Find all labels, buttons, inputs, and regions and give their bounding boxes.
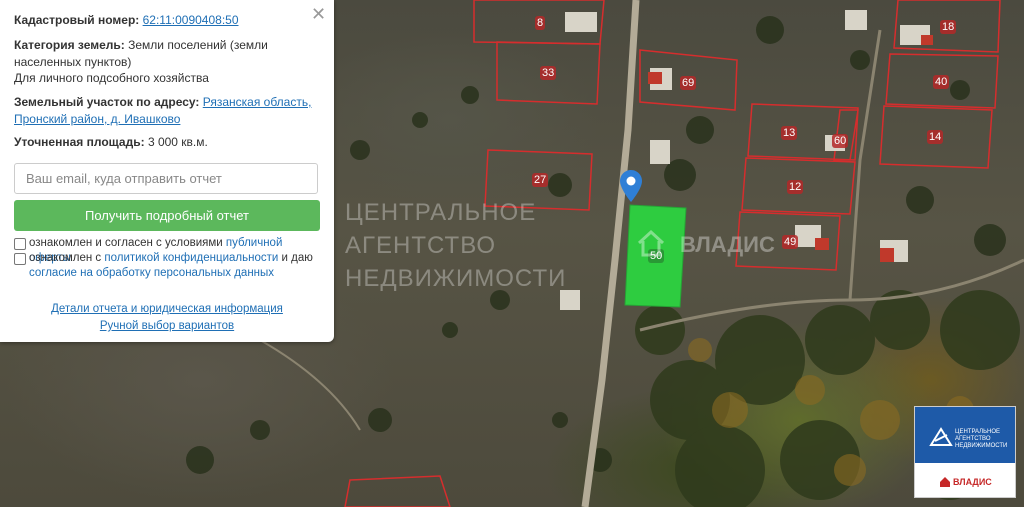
privacy-consent[interactable]: ознакомлен с политикой конфиденциальност… (14, 251, 324, 281)
plot-label[interactable]: 12 (787, 180, 804, 194)
privacy-checkbox[interactable] (14, 253, 26, 265)
email-field[interactable] (14, 163, 318, 194)
plot-label[interactable]: 14 (927, 130, 944, 144)
manual-row: Ручной выбор вариантов (0, 320, 334, 332)
cadastral-row: Кадастровый номер: 62:11:0090408:50 (14, 12, 314, 29)
category-value: Земли поселений (земли (128, 38, 268, 52)
area-row: Уточненная площадь: 3 000 кв.м. (14, 134, 314, 151)
brand-logo-top: ЦЕНТРАЛЬНОЕ АГЕНТСТВО НЕДВИЖИМОСТИ (915, 407, 1015, 463)
category-label: Категория земель: (14, 38, 125, 52)
brand-line: ЦЕНТРАЛЬНОЕ (955, 429, 1001, 435)
details-link[interactable]: Детали отчета и юридическая информация (51, 303, 283, 315)
house-icon (940, 477, 950, 487)
cadastral-label: Кадастровый номер: (14, 13, 140, 27)
privacy-consent-text: ознакомлен с (29, 252, 102, 264)
watermark-line: АГЕНТСТВО (345, 232, 497, 259)
privacy-consent-mid: и даю (281, 252, 313, 264)
brand-line: НЕДВИЖИМОСТИ (955, 443, 1008, 449)
watermark-brand: ВЛАДИС (680, 232, 775, 257)
house-icon (637, 229, 665, 257)
address-link[interactable]: Рязанская область, (203, 95, 312, 109)
brand-mark-icon (929, 427, 953, 446)
plot-label[interactable]: 69 (680, 76, 697, 90)
privacy-policy-link[interactable]: политикой конфиденциальности (104, 252, 278, 264)
plot-label[interactable]: 27 (532, 173, 549, 187)
address-row: Земельный участок по адресу: Рязанская о… (14, 94, 314, 127)
offer-consent-text: ознакомлен и согласен с условиями (29, 237, 223, 249)
brand-name: ВЛАДИС (953, 477, 992, 487)
plot-label[interactable]: 13 (781, 126, 798, 140)
manual-selection-link[interactable]: Ручной выбор вариантов (100, 320, 234, 332)
watermark-line: ЦЕНТРАЛЬНОЕ (345, 199, 537, 226)
cadastral-number-link[interactable]: 62:11:0090408:50 (143, 13, 239, 27)
plot-label[interactable]: 60 (832, 134, 849, 148)
category-value: населенных пунктов) (14, 54, 132, 69)
address-link[interactable]: Пронский район, д. Ивашково (14, 112, 180, 126)
get-report-button[interactable]: Получить подробный отчет (14, 200, 320, 231)
plot-label[interactable]: 33 (540, 66, 557, 80)
area-label: Уточненная площадь: (14, 135, 145, 149)
watermark: ЦЕНТРАЛЬНОЕ АГЕНТСТВО НЕДВИЖИМОСТИ (345, 196, 566, 295)
plot-label[interactable]: 8 (535, 16, 546, 30)
location-pin-icon[interactable] (620, 170, 642, 202)
plot-label[interactable]: 49 (782, 235, 799, 249)
watermark-line: НЕДВИЖИМОСТИ (345, 265, 567, 292)
area-value: 3 000 кв.м. (147, 135, 208, 149)
plot-label[interactable]: 18 (940, 20, 957, 34)
category-value: Для личного подсобного хозяйства (14, 71, 209, 85)
brand-line: АГЕНТСТВО (955, 436, 991, 442)
address-label: Земельный участок по адресу: (14, 95, 200, 109)
category-row: Категория земель: Земли поселений (земли… (14, 37, 314, 87)
offer-checkbox[interactable] (14, 238, 26, 250)
info-panel: ✕ Кадастровый номер: 62:11:0090408:50 Ка… (0, 0, 334, 342)
plot-label[interactable]: 40 (933, 75, 950, 89)
data-processing-link[interactable]: согласие на обработку персональных данны… (29, 267, 274, 279)
brand-logo: ЦЕНТРАЛЬНОЕ АГЕНТСТВО НЕДВИЖИМОСТИ ВЛАДИ… (914, 406, 1016, 498)
details-row: Детали отчета и юридическая информация (0, 303, 334, 315)
